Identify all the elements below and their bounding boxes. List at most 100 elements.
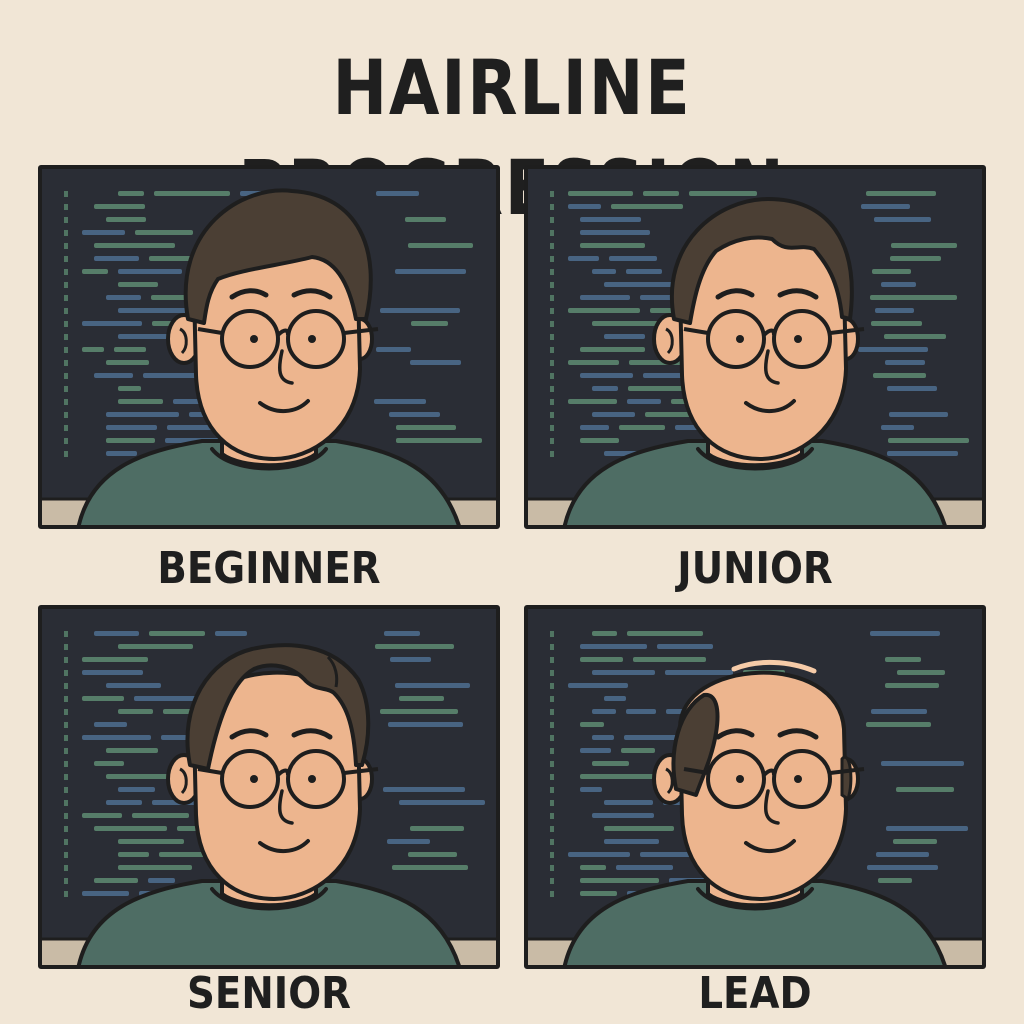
line-number-mark — [550, 644, 554, 650]
code-token — [580, 774, 656, 779]
code-token — [135, 230, 193, 235]
line-number-mark — [64, 191, 68, 197]
code-token — [408, 852, 457, 857]
code-token — [82, 269, 108, 274]
line-number-mark — [64, 800, 68, 806]
line-number-mark — [550, 269, 554, 275]
code-token — [82, 735, 151, 740]
code-token — [626, 269, 662, 274]
code-token — [643, 191, 679, 196]
line-number-mark — [550, 360, 554, 366]
code-token — [82, 321, 142, 326]
line-number-mark — [64, 399, 68, 405]
code-token — [410, 826, 464, 831]
caption-beginner: BEGINNER — [157, 543, 381, 594]
line-number-mark — [64, 852, 68, 858]
code-token — [568, 852, 630, 857]
code-token — [94, 722, 127, 727]
junior-portrait — [528, 191, 982, 525]
code-token — [580, 438, 619, 443]
line-number-mark — [64, 683, 68, 689]
code-token — [580, 722, 604, 727]
code-token — [384, 631, 420, 636]
line-number-mark — [64, 748, 68, 754]
code-token — [106, 800, 142, 805]
code-token — [82, 891, 129, 896]
code-token — [616, 865, 673, 870]
code-token — [396, 438, 482, 443]
line-number-mark — [64, 451, 68, 457]
code-token — [118, 399, 163, 404]
code-token — [106, 217, 146, 222]
line-number-mark — [550, 865, 554, 871]
code-token — [873, 373, 926, 378]
code-token — [592, 735, 614, 740]
code-token — [886, 826, 968, 831]
code-token — [592, 269, 616, 274]
left-eye — [250, 335, 258, 343]
line-number-mark — [550, 826, 554, 832]
code-token — [580, 347, 645, 352]
code-token — [866, 722, 931, 727]
code-token — [891, 243, 957, 248]
code-token — [82, 813, 122, 818]
code-token — [867, 865, 938, 870]
code-token — [376, 191, 419, 196]
code-token — [94, 826, 167, 831]
code-token — [106, 425, 157, 430]
line-number-mark — [550, 748, 554, 754]
line-number-mark — [64, 269, 68, 275]
code-token — [580, 657, 623, 662]
code-token — [395, 683, 470, 688]
code-token — [389, 412, 440, 417]
code-token — [580, 243, 645, 248]
code-token — [621, 748, 655, 753]
code-token — [689, 191, 757, 196]
code-token — [94, 243, 175, 248]
line-number-mark — [550, 204, 554, 210]
code-token — [399, 696, 444, 701]
code-token — [106, 683, 161, 688]
line-number-mark — [550, 670, 554, 676]
code-token — [215, 631, 247, 636]
panel-lead — [524, 605, 986, 969]
line-number-mark — [64, 644, 68, 650]
code-token — [392, 865, 468, 870]
code-token — [881, 761, 964, 766]
line-number-mark — [64, 670, 68, 676]
code-token — [82, 696, 124, 701]
line-number-mark — [64, 438, 68, 444]
code-token — [875, 308, 914, 313]
code-token — [118, 191, 144, 196]
code-token — [149, 256, 195, 261]
line-number-mark — [550, 412, 554, 418]
line-number-mark — [64, 308, 68, 314]
code-token — [619, 425, 665, 430]
line-number-mark — [64, 425, 68, 431]
line-number-mark — [64, 774, 68, 780]
line-number-mark — [64, 217, 68, 223]
line-number-mark — [550, 774, 554, 780]
code-token — [118, 852, 149, 857]
code-token — [626, 709, 656, 714]
code-token — [858, 347, 928, 352]
line-number-mark — [550, 399, 554, 405]
senior-portrait — [42, 631, 496, 965]
line-number-mark — [550, 438, 554, 444]
right-eye — [308, 775, 316, 783]
line-number-mark — [550, 800, 554, 806]
line-number-mark — [550, 657, 554, 663]
line-number-mark — [64, 282, 68, 288]
code-token — [609, 256, 657, 261]
code-token — [118, 865, 192, 870]
code-token — [376, 347, 411, 352]
code-token — [82, 670, 143, 675]
right-eye — [794, 335, 802, 343]
code-token — [411, 321, 448, 326]
line-number-mark — [550, 321, 554, 327]
code-token — [897, 670, 945, 675]
line-number-mark — [550, 256, 554, 262]
line-number-mark — [550, 282, 554, 288]
code-token — [884, 334, 946, 339]
code-token — [118, 709, 153, 714]
